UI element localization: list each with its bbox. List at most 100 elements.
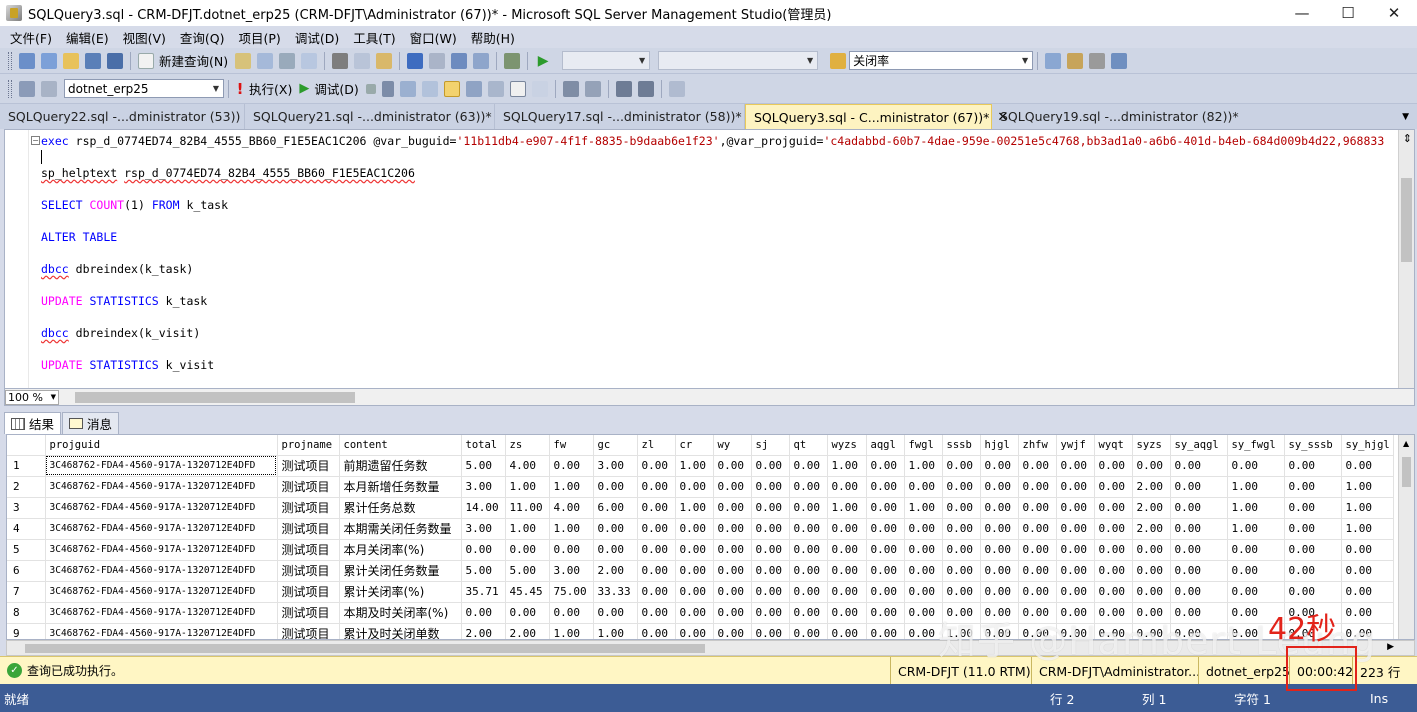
- grid-cell-sj[interactable]: 0.00: [751, 497, 790, 519]
- grid-cell-wy[interactable]: 0.00: [713, 539, 752, 561]
- grid-cell-zs[interactable]: 0.00: [505, 539, 550, 561]
- column-header-aqgl[interactable]: aqgl: [866, 435, 905, 456]
- grid-cell-sj[interactable]: 0.00: [751, 581, 790, 603]
- properties-icon[interactable]: [1089, 52, 1106, 69]
- grid-cell-projguid[interactable]: 3C468762-FDA4-4560-917A-1320712E4DFD: [45, 497, 278, 519]
- grid-cell-syzs[interactable]: 0.00: [1132, 455, 1171, 477]
- grid-cell-fwgl[interactable]: 0.00: [904, 623, 943, 639]
- grid-cell-fw[interactable]: 0.00: [549, 539, 594, 561]
- column-header-zl[interactable]: zl: [637, 435, 676, 456]
- menu-tools[interactable]: 工具(T): [346, 28, 402, 47]
- grid-cell-cr[interactable]: 0.00: [675, 560, 714, 582]
- grid-cell-sy_fwgl[interactable]: 0.00: [1227, 539, 1285, 561]
- grid-cell-hjgl[interactable]: 0.00: [980, 476, 1019, 498]
- grid-cell-gc[interactable]: 33.33: [593, 581, 638, 603]
- grid-cell-fwgl[interactable]: 0.00: [904, 560, 943, 582]
- grid-cell-qt[interactable]: 0.00: [789, 497, 828, 519]
- grid-cell-wyqt[interactable]: 0.00: [1094, 518, 1133, 540]
- grid-cell-ywjf[interactable]: 0.00: [1056, 476, 1095, 498]
- grid-cell-projname[interactable]: 测试项目: [277, 560, 340, 582]
- grid-cell-wyqt[interactable]: 0.00: [1094, 455, 1133, 477]
- execute-button[interactable]: 执行(X): [249, 79, 292, 98]
- column-header-hjgl[interactable]: hjgl: [980, 435, 1019, 456]
- grid-cell-content[interactable]: 本月关闭率(%): [339, 539, 462, 561]
- grid-cell-ywjf[interactable]: 0.00: [1056, 560, 1095, 582]
- grid-cell-sy_aqgl[interactable]: 0.00: [1170, 476, 1228, 498]
- paste-icon[interactable]: [376, 52, 393, 69]
- sql-editor[interactable]: − exec rsp_d_0774ED74_82B4_4555_BB60_F1E…: [4, 129, 1415, 389]
- collapse-region-icon[interactable]: −: [31, 136, 40, 145]
- grid-cell-sy_hjgl[interactable]: 0.00: [1341, 455, 1394, 477]
- toolbox-icon[interactable]: [1111, 52, 1128, 69]
- grid-cell-projname[interactable]: 测试项目: [277, 476, 340, 498]
- grid-cell-gc[interactable]: 0.00: [593, 476, 638, 498]
- grid-cell-wyzs[interactable]: 0.00: [827, 560, 867, 582]
- grid-cell-hjgl[interactable]: 0.00: [980, 497, 1019, 519]
- grid-cell-total[interactable]: 0.00: [461, 602, 506, 624]
- grid-cell-projname[interactable]: 测试项目: [277, 455, 340, 477]
- grid-cell-wyqt[interactable]: 0.00: [1094, 476, 1133, 498]
- menu-debug[interactable]: 调试(D): [288, 28, 346, 47]
- grid-cell-syzs[interactable]: 0.00: [1132, 560, 1171, 582]
- close-button[interactable]: ✕: [1371, 0, 1417, 26]
- execute-icon[interactable]: !: [236, 81, 244, 97]
- table-row[interactable]: 3 3C468762-FDA4-4560-917A-1320712E4DFD 测试项…: [7, 497, 1394, 519]
- column-header-projguid[interactable]: projguid: [45, 435, 278, 456]
- menu-view[interactable]: 视图(V): [116, 28, 173, 47]
- grid-cell-fw[interactable]: 1.00: [549, 518, 594, 540]
- column-header-fwgl[interactable]: fwgl: [904, 435, 943, 456]
- grid-cell-sy_sssb[interactable]: 0.00: [1284, 455, 1342, 477]
- toolbar-grip[interactable]: [8, 51, 12, 70]
- grid-cell-syzs[interactable]: 0.00: [1132, 539, 1171, 561]
- database-engine-query-icon[interactable]: [235, 52, 252, 69]
- grid-cell-sssb[interactable]: 0.00: [942, 476, 981, 498]
- grid-cell-fw[interactable]: 3.00: [549, 560, 594, 582]
- grid-cell-content[interactable]: 前期遗留任务数: [339, 455, 462, 477]
- specify-values-icon[interactable]: [668, 80, 685, 97]
- include-plan-icon[interactable]: [443, 80, 460, 97]
- save-all-icon[interactable]: [107, 52, 123, 69]
- grid-cell-ywjf[interactable]: 0.00: [1056, 455, 1095, 477]
- grid-cell-sy_fwgl[interactable]: 1.00: [1227, 497, 1285, 519]
- grid-cell-ywjf[interactable]: 0.00: [1056, 518, 1095, 540]
- grid-cell-zhfw[interactable]: 0.00: [1018, 581, 1057, 603]
- grid-cell-wyqt[interactable]: 0.00: [1094, 560, 1133, 582]
- grid-cell-total[interactable]: 14.00: [461, 497, 506, 519]
- tab-sqlquery22[interactable]: SQLQuery22.sql -...dministrator (53)): [0, 104, 245, 129]
- open-folder-icon[interactable]: [63, 52, 79, 69]
- row-number-header[interactable]: 7: [7, 581, 46, 603]
- new-query-icon[interactable]: [138, 52, 154, 69]
- grid-cell-qt[interactable]: 0.00: [789, 602, 828, 624]
- grid-cell-hjgl[interactable]: 0.00: [980, 581, 1019, 603]
- grid-cell-syzs[interactable]: 2.00: [1132, 518, 1171, 540]
- row-number-header[interactable]: 5: [7, 539, 46, 561]
- solution-config-combo[interactable]: ▼: [562, 51, 651, 70]
- grid-cell-zl[interactable]: 0.00: [637, 623, 676, 639]
- grid-cell-total[interactable]: 35.71: [461, 581, 506, 603]
- grid-cell-sy_aqgl[interactable]: 0.00: [1170, 539, 1228, 561]
- grid-cell-gc[interactable]: 1.00: [593, 623, 638, 639]
- grid-cell-hjgl[interactable]: 0.00: [980, 539, 1019, 561]
- row-number-header[interactable]: 3: [7, 497, 46, 519]
- undo-icon[interactable]: [407, 52, 424, 69]
- grid-cell-sssb[interactable]: 0.00: [942, 518, 981, 540]
- column-header-ywjf[interactable]: ywjf: [1056, 435, 1095, 456]
- client-statistics-icon[interactable]: [465, 80, 482, 97]
- grid-cell-cr[interactable]: 0.00: [675, 518, 714, 540]
- grid-vertical-scrollbar[interactable]: ▲: [1398, 435, 1414, 639]
- grid-cell-syzs[interactable]: 2.00: [1132, 497, 1171, 519]
- grid-cell-sy_fwgl[interactable]: 0.00: [1227, 560, 1285, 582]
- grid-cell-zl[interactable]: 0.00: [637, 560, 676, 582]
- grid-cell-wyzs[interactable]: 1.00: [827, 455, 867, 477]
- grid-cell-hjgl[interactable]: 0.00: [980, 455, 1019, 477]
- grid-cell-cr[interactable]: 1.00: [675, 455, 714, 477]
- grid-cell-sy_aqgl[interactable]: 0.00: [1170, 518, 1228, 540]
- grid-cell-wyzs[interactable]: 0.00: [827, 581, 867, 603]
- grid-cell-sj[interactable]: 0.00: [751, 623, 790, 639]
- column-header-sj[interactable]: sj: [751, 435, 790, 456]
- grid-cell-sy_sssb[interactable]: 0.00: [1284, 518, 1342, 540]
- grid-cell-sssb[interactable]: 0.00: [942, 560, 981, 582]
- decrease-indent-icon[interactable]: [615, 80, 632, 97]
- scrollbar-thumb[interactable]: [1401, 178, 1412, 262]
- grid-cell-zl[interactable]: 0.00: [637, 497, 676, 519]
